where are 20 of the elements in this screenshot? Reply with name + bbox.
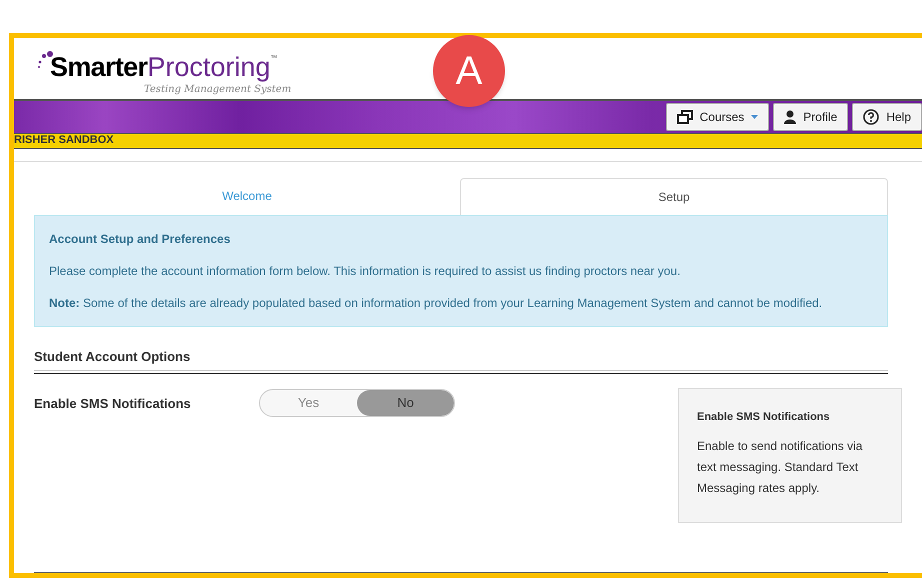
help-icon [863, 108, 880, 125]
logo-tagline: Testing Management System [144, 83, 292, 97]
help-title: Enable SMS Notifications [697, 410, 831, 425]
section-title: Student Account Options [34, 346, 888, 371]
courses-menu-button[interactable]: Courses [666, 102, 770, 131]
tab[interactable]: Setup [460, 178, 888, 214]
toggle-option[interactable]: No [357, 390, 454, 416]
windows-icon [676, 110, 693, 124]
setting-label: Enable SMS Notifications [34, 395, 192, 413]
logo-text: Smarter [50, 54, 148, 81]
caret-icon [751, 114, 758, 119]
sandbox-label: RISHER SANDBOX [14, 135, 114, 146]
user-icon [784, 110, 796, 124]
help-text: Enable to send notifications via text messaging. Standard Text Messaging rates apply. [697, 438, 864, 496]
info-title: Account Setup and Preferences [49, 230, 232, 248]
help-button[interactable]: Help [852, 102, 922, 131]
profile-button[interactable]: Profile [773, 102, 848, 131]
info-text: Note: Some of the details are already populated based on information provided from your Learning Management System and cannot be modified. [49, 294, 824, 312]
logo-text: Proctoring [147, 54, 270, 81]
info-text: Please complete the account information form below. This information is required to assist us finding proctors near you. [49, 262, 682, 280]
